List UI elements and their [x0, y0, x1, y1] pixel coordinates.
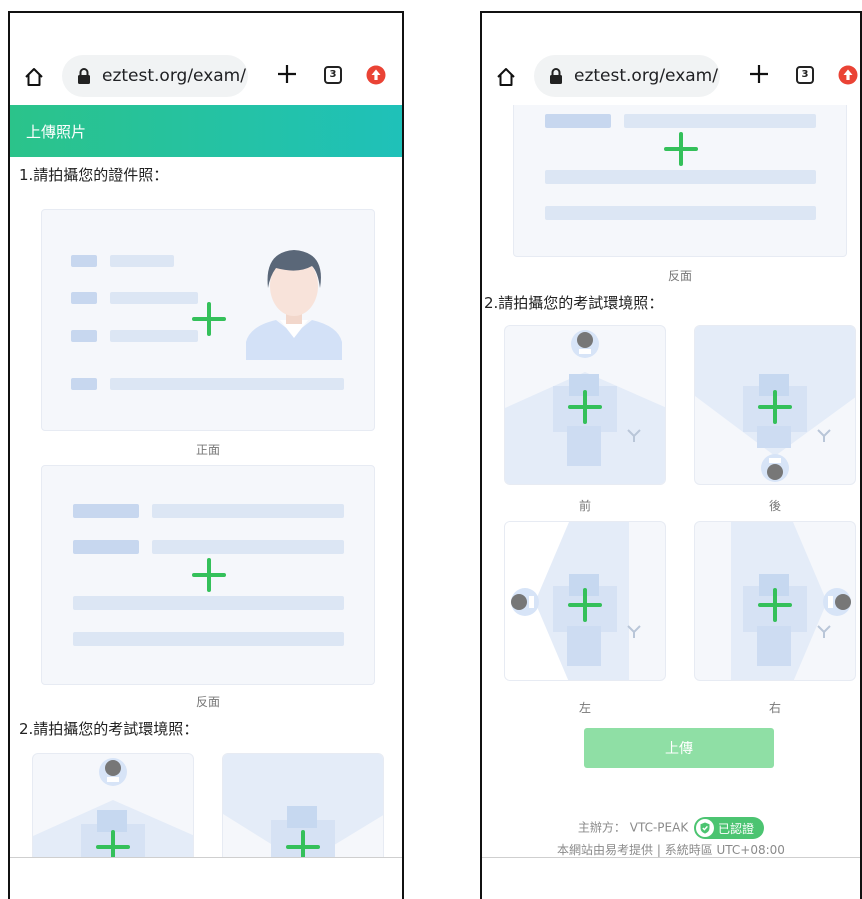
add-photo-icon	[568, 588, 602, 622]
address-bar[interactable]: eztest.org/exam/	[62, 55, 248, 97]
tab-switcher-icon[interactable]: 3	[796, 66, 814, 84]
organizer-name: VTC-PEAK	[629, 820, 689, 835]
add-photo-icon	[286, 830, 320, 859]
env-back-upload[interactable]	[694, 325, 856, 485]
page-title: 上傳照片	[26, 122, 87, 141]
lock-icon	[78, 68, 90, 84]
add-photo-icon	[192, 558, 226, 592]
browser-bottom-bar	[10, 857, 402, 899]
env-front-upload[interactable]	[504, 325, 666, 485]
env-section-title: 2.請拍攝您的考試環境照：	[19, 719, 199, 738]
env-section-title: 2.請拍攝您的考試環境照：	[484, 293, 664, 312]
verified-badge-text: 已認證	[718, 821, 755, 836]
env-right-upload[interactable]	[694, 521, 856, 681]
update-icon[interactable]	[366, 65, 386, 85]
phone-screen-left: eztest.org/exam/ 3 上傳照片 1.請拍攝您的證件照： 正面 反…	[8, 11, 404, 899]
page-content: 反面 2.請拍攝您的考試環境照： 前 後 左 右 上傳 主辦方： VTC-PEA…	[482, 105, 860, 859]
tab-switcher-icon[interactable]: 3	[324, 66, 342, 84]
url-text: eztest.org/exam/	[102, 66, 246, 86]
browser-bottom-bar	[482, 857, 860, 899]
add-photo-icon	[758, 588, 792, 622]
id-portrait-icon	[246, 250, 342, 360]
verified-badge[interactable]: 已認證	[694, 817, 765, 839]
add-photo-icon	[664, 132, 698, 166]
page-header: 上傳照片	[10, 105, 402, 157]
id-back-upload[interactable]	[41, 465, 375, 685]
phone-screen-right: eztest.org/exam/ 3 反面 2.請拍攝您的考試環境照： 前 後 …	[480, 11, 862, 899]
organizer-prefix: 主辦方：	[577, 820, 626, 835]
new-tab-icon[interactable]	[276, 63, 298, 85]
home-icon[interactable]	[24, 67, 44, 87]
env-back-label: 後	[768, 499, 781, 513]
organizer-line: 主辦方： VTC-PEAK 已認證	[482, 817, 860, 839]
page-content: 上傳照片 1.請拍攝您的證件照： 正面 反面 2.請拍攝您的考試環境照：	[10, 105, 402, 859]
update-icon[interactable]	[838, 65, 858, 85]
id-back-label: 反面	[195, 695, 220, 709]
id-back-upload[interactable]	[513, 105, 847, 257]
add-photo-icon	[758, 390, 792, 424]
env-right-label: 右	[768, 701, 781, 715]
id-front-label: 正面	[195, 443, 220, 457]
id-section-title: 1.請拍攝您的證件照：	[19, 165, 169, 184]
env-back-upload[interactable]	[222, 753, 384, 859]
env-left-upload[interactable]	[504, 521, 666, 681]
browser-toolbar: eztest.org/exam/ 3	[482, 13, 860, 105]
env-front-upload[interactable]	[32, 753, 194, 859]
provider-line: 本網站由易考提供 | 系統時區 UTC+08:00	[557, 843, 785, 857]
id-back-label: 反面	[667, 269, 692, 283]
add-photo-icon	[96, 830, 130, 859]
browser-toolbar: eztest.org/exam/ 3	[10, 13, 402, 105]
shield-check-icon	[696, 819, 715, 837]
id-front-upload[interactable]	[41, 209, 375, 431]
new-tab-icon[interactable]	[748, 63, 770, 85]
url-text: eztest.org/exam/	[574, 66, 718, 86]
upload-button[interactable]: 上傳	[584, 728, 774, 768]
env-front-label: 前	[578, 499, 591, 513]
address-bar[interactable]: eztest.org/exam/	[534, 55, 720, 97]
env-left-label: 左	[578, 701, 591, 715]
lock-icon	[550, 68, 562, 84]
add-photo-icon	[568, 390, 602, 424]
add-photo-icon	[192, 302, 226, 336]
home-icon[interactable]	[496, 67, 516, 87]
